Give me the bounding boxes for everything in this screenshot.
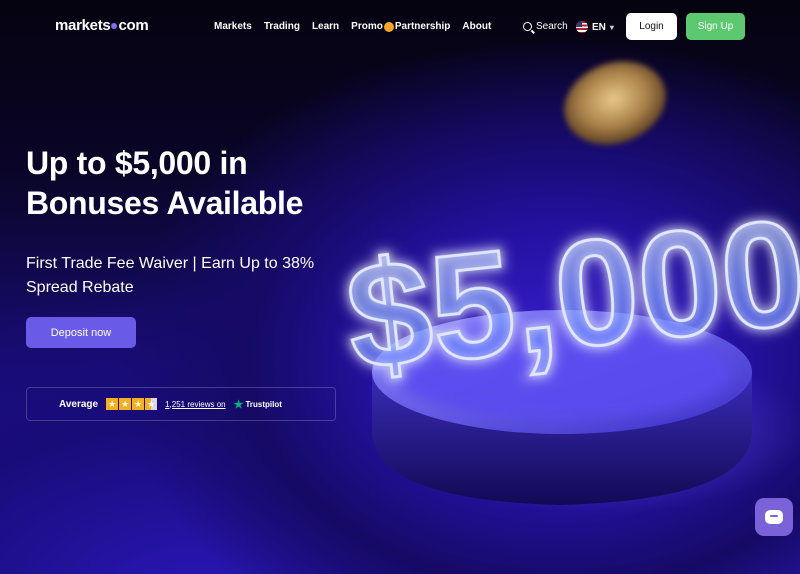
pedestal-graphic (372, 310, 752, 505)
top-navigation: markets com Markets Trading Learn Promo Pa… (0, 0, 800, 56)
search-icon (523, 22, 532, 31)
star-icon: ★ (106, 398, 119, 410)
search-label: Search (536, 21, 568, 32)
brand-logo[interactable]: markets com (55, 17, 149, 34)
bonus-amount-text-face: $5,000 (339, 187, 800, 402)
live-chat-button[interactable] (755, 498, 793, 536)
bonus-amount-graphic: $5,000 $5,000 (333, 181, 800, 408)
half-star-icon: ★ (145, 398, 158, 410)
trustpilot-star-icon: ★ (233, 398, 244, 411)
nav-link-learn[interactable]: Learn (312, 21, 339, 32)
nav-link-partnership-label: Partnership (394, 21, 451, 32)
trustpilot-label: Trustpilot (245, 399, 282, 409)
chat-icon (765, 510, 783, 524)
bonus-amount-text: $5,000 (339, 187, 800, 402)
promo-badge-icon (383, 21, 394, 32)
deposit-now-button[interactable]: Deposit now (26, 317, 136, 348)
hero-headline: Up to $5,000 in Bonuses Available (26, 145, 304, 221)
nav-link-about[interactable]: About (462, 21, 491, 32)
login-button[interactable]: Login (626, 13, 677, 40)
nav-links: Markets Trading Learn Promo Partnership A… (214, 21, 491, 32)
trustpilot-widget[interactable]: Average ★ ★ ★ ★ 1,251 reviews on ★ Trust… (26, 387, 336, 421)
language-label: EN (592, 21, 606, 33)
star-icon: ★ (119, 398, 132, 410)
search-button[interactable]: Search (523, 21, 568, 32)
reviews-link[interactable]: 1,251 reviews on (165, 400, 225, 409)
logo-dot (111, 23, 118, 30)
nav-link-trading[interactable]: Trading (264, 21, 300, 32)
signup-button[interactable]: Sign Up (686, 13, 745, 40)
nav-link-markets[interactable]: Markets (214, 21, 252, 32)
nav-link-promo-label: Promo (351, 21, 383, 32)
hero-subheadline: First Trade Fee Waiver | Earn Up to 38% … (26, 255, 315, 296)
coin-graphic (564, 61, 666, 145)
logo-text-right: com (118, 17, 149, 34)
star-rating: ★ ★ ★ ★ (106, 398, 158, 410)
us-flag-icon (576, 21, 588, 33)
rating-label: Average (59, 398, 99, 410)
chevron-down-icon: ▾ (609, 22, 614, 32)
nav-link-promo-partnership[interactable]: Promo Partnership (351, 21, 450, 32)
language-selector[interactable]: EN ▾ (576, 21, 614, 33)
logo-text-left: markets (55, 17, 111, 34)
trustpilot-logo: ★ Trustpilot (234, 398, 282, 411)
star-icon: ★ (132, 398, 145, 410)
